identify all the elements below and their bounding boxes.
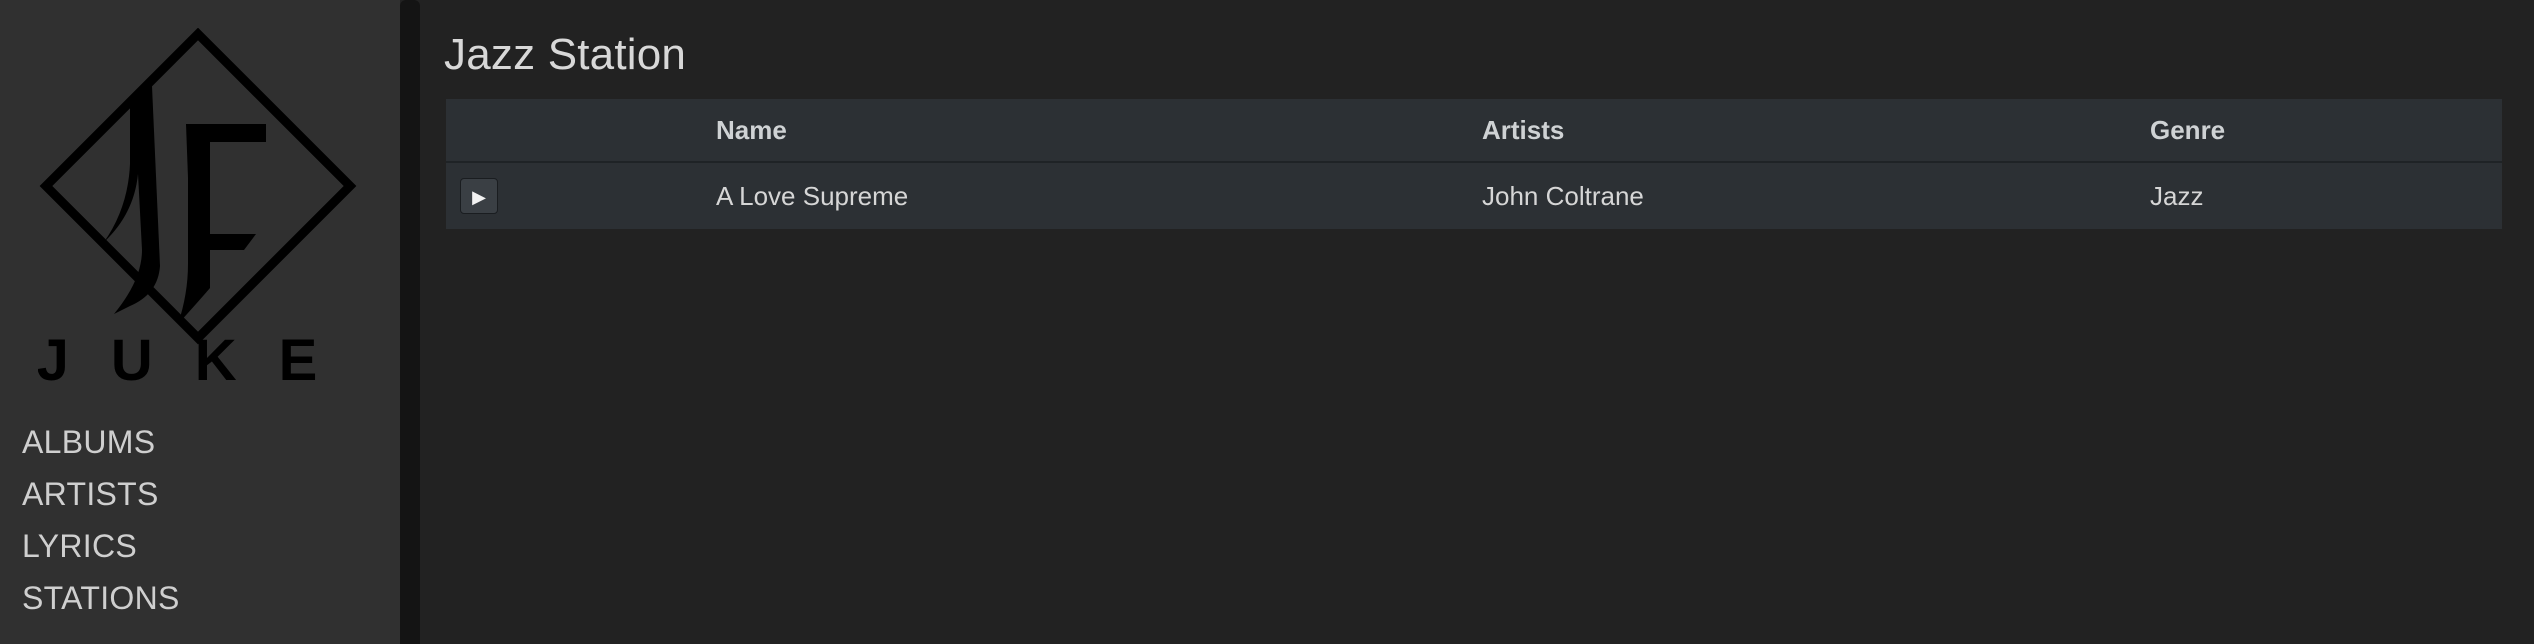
main-content: Jazz Station Name Artists Genre ▶ A Love… xyxy=(420,0,2534,644)
page-title: Jazz Station xyxy=(444,30,687,79)
table-row[interactable]: ▶ A Love Supreme John Coltrane Jazz xyxy=(446,162,2502,229)
station-tracks-table: Name Artists Genre ▶ A Love Supreme John… xyxy=(446,99,2502,229)
track-artist[interactable]: John Coltrane xyxy=(1482,162,2150,229)
play-button[interactable]: ▶ xyxy=(460,178,498,214)
nav-item-albums[interactable]: ALBUMS xyxy=(22,416,180,468)
play-icon: ▶ xyxy=(472,187,486,207)
juke-logo[interactable]: JUKE xyxy=(38,28,358,388)
track-genre: Jazz xyxy=(2150,180,2204,211)
header-play xyxy=(446,99,716,162)
table-header-row: Name Artists Genre xyxy=(446,99,2502,162)
play-cell: ▶ xyxy=(446,162,716,229)
track-name: A Love Supreme xyxy=(716,180,909,211)
sidebar: JUKE ALBUMS ARTISTS LYRICS STATIONS xyxy=(0,0,400,644)
app-window: JUKE ALBUMS ARTISTS LYRICS STATIONS Jazz… xyxy=(0,0,2534,644)
sidebar-divider[interactable] xyxy=(400,0,420,644)
header-genre[interactable]: Genre xyxy=(2150,99,2502,162)
sidebar-nav: ALBUMS ARTISTS LYRICS STATIONS xyxy=(22,416,180,624)
nav-item-artists[interactable]: ARTISTS xyxy=(22,468,180,520)
header-name[interactable]: Name xyxy=(716,99,1482,162)
nav-item-lyrics[interactable]: LYRICS xyxy=(22,520,180,572)
logo-text: JUKE xyxy=(38,328,358,388)
header-artists[interactable]: Artists xyxy=(1482,99,2150,162)
nav-item-stations[interactable]: STATIONS xyxy=(22,572,180,624)
